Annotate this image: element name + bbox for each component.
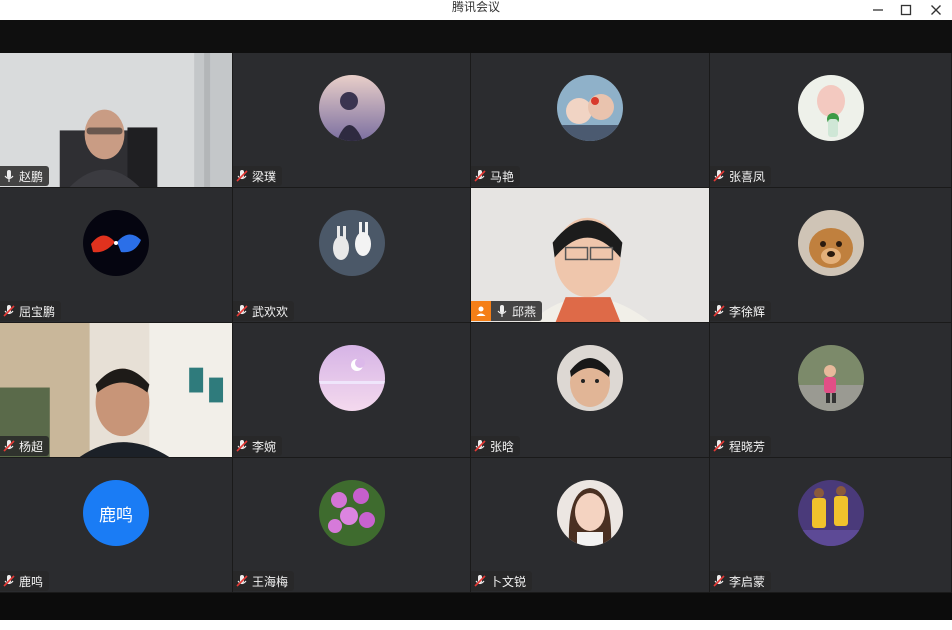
participant-nametag: 王海梅 — [233, 571, 295, 591]
top-toolbar-area — [0, 20, 952, 53]
participant-avatar — [557, 480, 623, 546]
participant-avatar — [318, 75, 385, 141]
participant-tile[interactable]: 梁璞 — [233, 53, 471, 188]
participant-name: 杨超 — [19, 439, 44, 454]
microphone-muted-icon — [713, 440, 725, 452]
participant-nametag: 程晓芳 — [710, 436, 772, 456]
participant-tile[interactable]: 张喜凤 — [710, 53, 952, 188]
participant-name: 武欢欢 — [252, 304, 289, 319]
microphone-muted-icon — [713, 170, 725, 182]
participant-name: 邱燕 — [512, 304, 537, 319]
participant-tile[interactable]: 马艳 — [471, 53, 710, 188]
participant-nametag: 赵鹏 — [0, 166, 50, 186]
participant-nametag: 李启蒙 — [710, 571, 772, 591]
participant-name: 张晗 — [490, 439, 515, 454]
participant-tile[interactable]: 赵鹏 — [0, 53, 233, 188]
participant-nametag: 张晗 — [471, 436, 521, 456]
microphone-muted-icon — [474, 440, 486, 452]
participant-tile[interactable]: 卜文锐 — [471, 458, 710, 593]
participant-tile[interactable]: 程晓芳 — [710, 323, 952, 458]
microphone-muted-icon — [236, 305, 248, 317]
microphone-muted-icon — [3, 305, 15, 317]
host-badge-icon — [471, 301, 491, 321]
participant-name: 马艳 — [490, 169, 515, 184]
participant-avatar — [557, 345, 623, 411]
participant-avatar — [797, 345, 864, 411]
close-icon[interactable] — [922, 0, 950, 20]
participant-name: 李启蒙 — [729, 574, 766, 589]
window-title: 腾讯会议 — [451, 0, 500, 14]
participant-avatar — [318, 210, 385, 276]
participant-name: 赵鹏 — [19, 169, 44, 184]
participant-avatar — [318, 480, 385, 546]
participant-avatar — [797, 210, 864, 276]
participant-nametag: 李婉 — [233, 436, 283, 456]
participant-name: 屈宝鹏 — [19, 304, 56, 319]
participant-nametag: 武欢欢 — [233, 301, 295, 321]
video-grid: 赵鹏 梁璞 马艳 张喜凤 屈宝鹏 武欢欢 邱燕 李徐辉 杨超 李婉 张晗 程晓芳… — [0, 53, 952, 593]
microphone-muted-icon — [474, 575, 486, 587]
participant-avatar — [797, 75, 864, 141]
participant-tile[interactable]: 李婉 — [233, 323, 471, 458]
participant-avatar — [797, 480, 864, 546]
participant-nametag: 杨超 — [0, 436, 50, 456]
microphone-muted-icon — [236, 170, 248, 182]
participant-name: 卜文锐 — [490, 574, 527, 589]
participant-tile[interactable]: 王海梅 — [233, 458, 471, 593]
participant-tile[interactable]: 杨超 — [0, 323, 233, 458]
microphone-muted-icon — [236, 575, 248, 587]
minimize-icon[interactable] — [864, 0, 892, 20]
participant-tile[interactable]: 武欢欢 — [233, 188, 471, 323]
microphone-muted-icon — [713, 575, 725, 587]
participant-tile[interactable]: 张晗 — [471, 323, 710, 458]
participant-tile[interactable]: 鹿鸣 鹿鸣 — [0, 458, 233, 593]
participant-nametag: 张喜凤 — [710, 166, 772, 186]
participant-tile[interactable]: 李启蒙 — [710, 458, 952, 593]
participant-nametag: 李徐辉 — [710, 301, 772, 321]
microphone-muted-icon — [474, 170, 486, 182]
bottom-toolbar-area — [0, 593, 952, 630]
screen-edge — [0, 620, 952, 630]
participant-tile[interactable]: 邱燕 — [471, 188, 710, 323]
participant-avatar — [557, 75, 623, 141]
microphone-icon — [4, 170, 14, 182]
participant-nametag: 屈宝鹏 — [0, 301, 62, 321]
participant-name: 梁璞 — [252, 169, 277, 184]
microphone-icon — [497, 305, 507, 317]
participant-name: 张喜凤 — [729, 169, 766, 184]
participant-nametag: 鹿鸣 — [0, 571, 50, 591]
participant-nametag: 马艳 — [471, 166, 521, 186]
participant-name: 李徐辉 — [729, 304, 766, 319]
participant-name: 程晓芳 — [729, 439, 766, 454]
participant-name: 鹿鸣 — [19, 574, 44, 589]
participant-avatar — [83, 210, 149, 276]
participant-text-avatar: 鹿鸣 — [83, 480, 149, 546]
participant-name: 王海梅 — [252, 574, 289, 589]
participant-tile[interactable]: 李徐辉 — [710, 188, 952, 323]
participant-nametag: 梁璞 — [233, 166, 283, 186]
participant-nametag: 卜文锐 — [471, 571, 533, 591]
microphone-muted-icon — [236, 440, 248, 452]
microphone-muted-icon — [3, 575, 15, 587]
participant-name: 李婉 — [252, 439, 277, 454]
window-titlebar: 腾讯会议 — [0, 0, 952, 20]
participant-tile[interactable]: 屈宝鹏 — [0, 188, 233, 323]
participant-nametag: 邱燕 — [471, 301, 543, 321]
participant-avatar — [318, 345, 385, 411]
maximize-icon[interactable] — [892, 0, 920, 20]
microphone-muted-icon — [3, 440, 15, 452]
microphone-muted-icon — [713, 305, 725, 317]
